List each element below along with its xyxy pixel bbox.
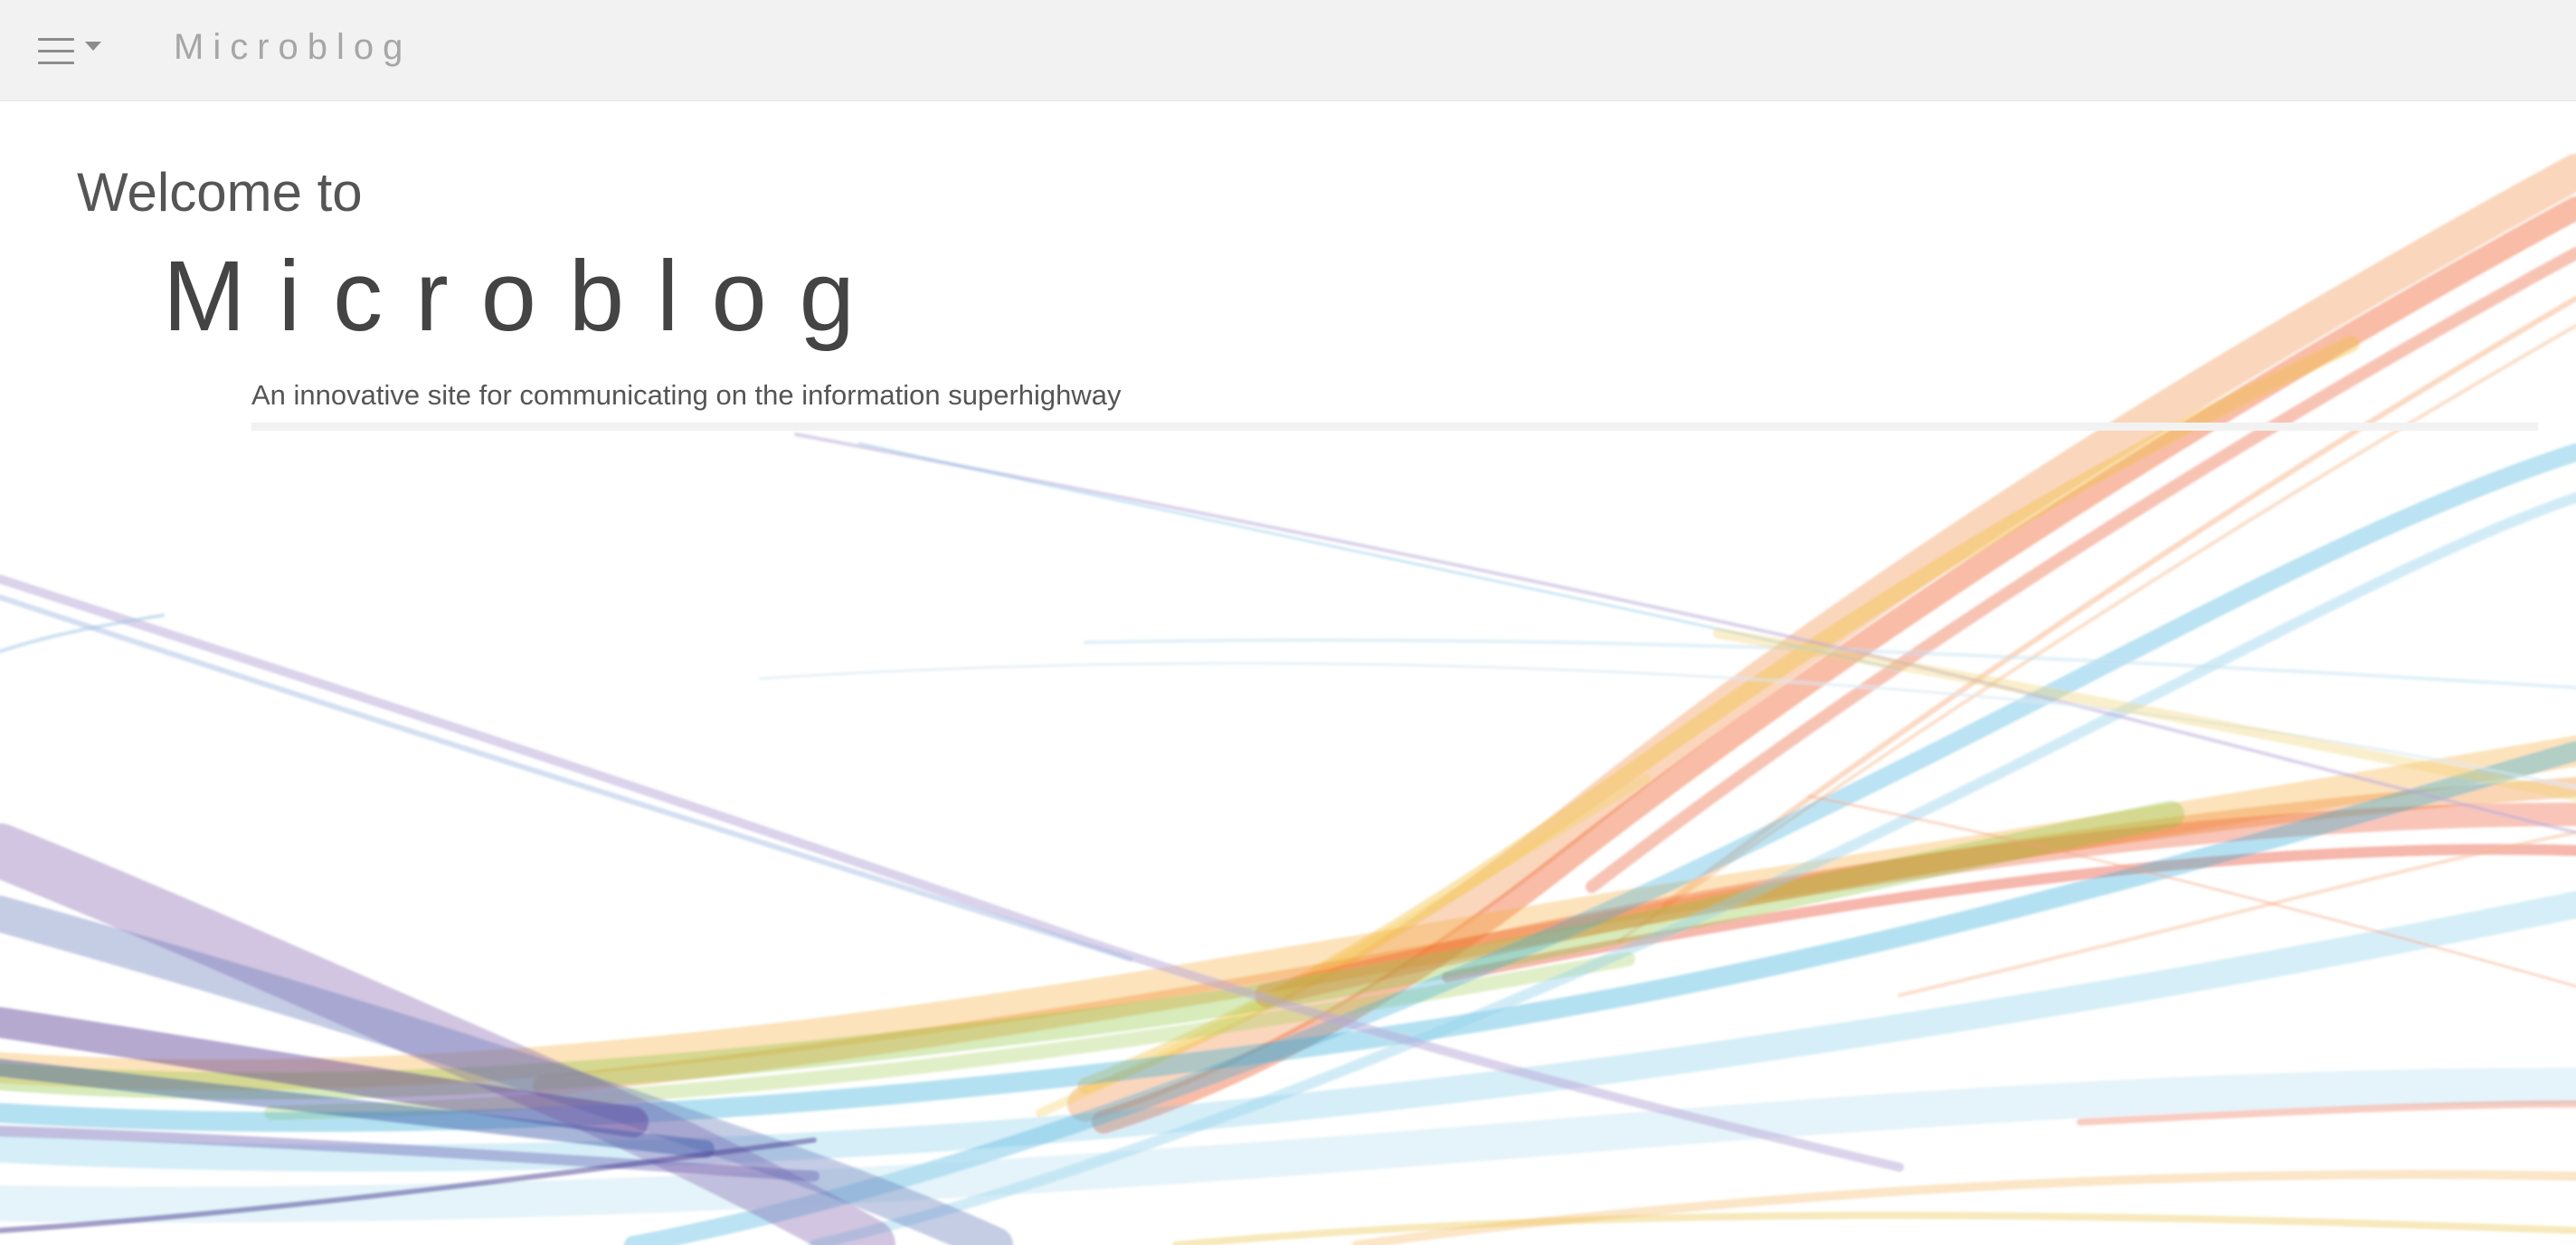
site-title: Microblog [163, 241, 887, 352]
menu-dropdown-toggle[interactable] [27, 27, 110, 72]
divider [251, 423, 2538, 431]
rainbow-ribbons-background [0, 154, 2576, 1245]
hamburger-icon [38, 38, 74, 65]
welcome-heading: Welcome to [77, 162, 363, 223]
page: Microblog Welcome to Microblog An innova… [0, 0, 2576, 1245]
caret-down-icon [85, 42, 101, 51]
top-navbar: Microblog [0, 0, 2576, 101]
site-tagline: An innovative site for communicating on … [251, 379, 1122, 411]
navbar-brand-link[interactable]: Microblog [174, 24, 412, 70]
